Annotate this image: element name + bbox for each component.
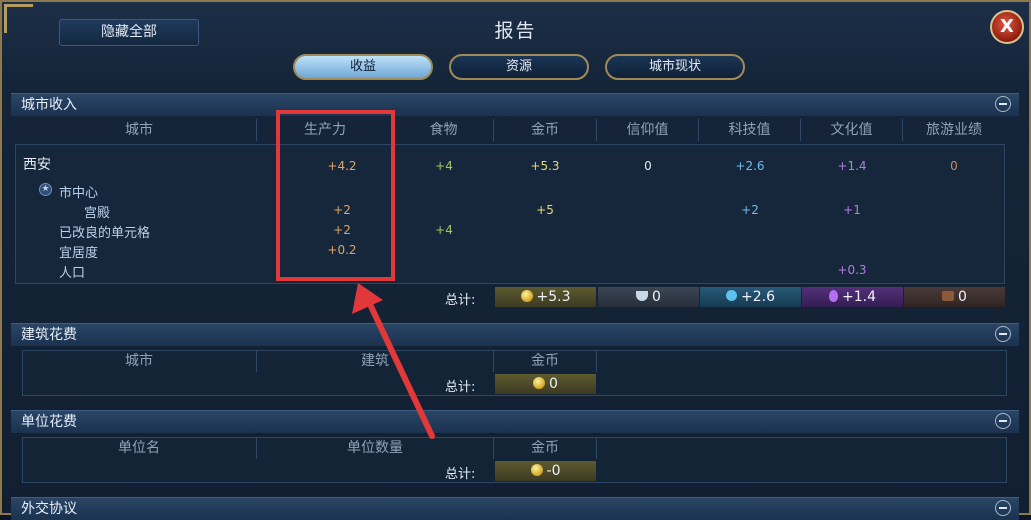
- annotation-arrow-icon: [352, 283, 435, 439]
